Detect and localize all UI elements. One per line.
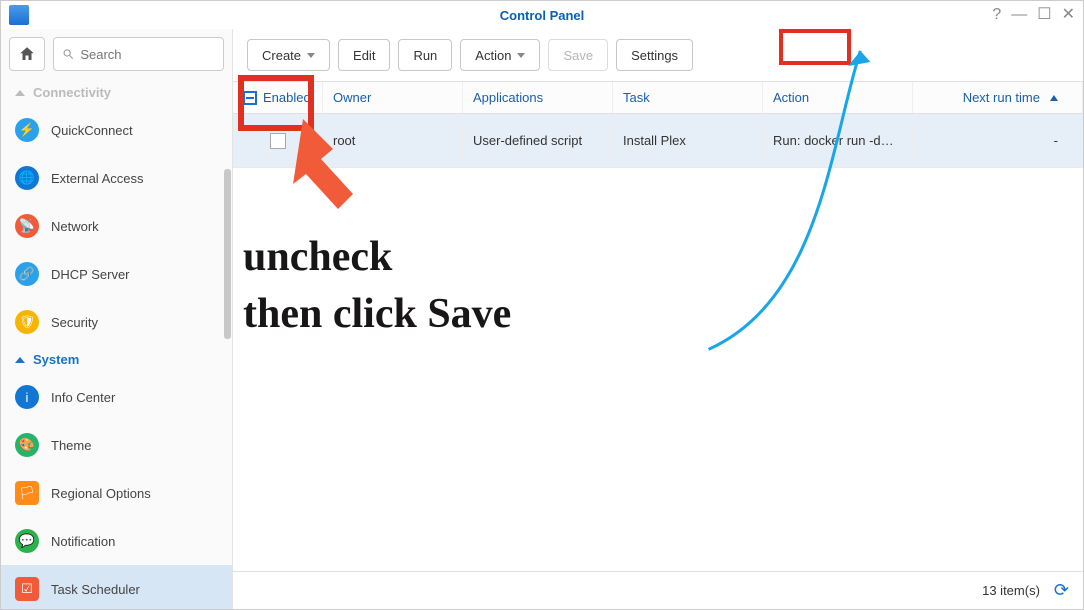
button-label: Run (413, 48, 437, 63)
sidebar-item-security[interactable]: 🛡 Security (1, 298, 232, 346)
sidebar-item-label: Theme (51, 438, 91, 453)
group-connectivity[interactable]: Connectivity (1, 79, 232, 106)
annotation-text: uncheck then click Save (243, 229, 511, 342)
cell-applications: User-defined script (463, 125, 613, 156)
th-next-run[interactable]: Next run time (913, 82, 1083, 113)
sidebar-item-quickconnect[interactable]: ⚡ QuickConnect (1, 106, 232, 154)
th-label: Applications (473, 90, 543, 105)
sidebar-item-label: Task Scheduler (51, 582, 140, 597)
group-label: Connectivity (33, 85, 111, 100)
maximize-icon[interactable]: ☐ (1037, 7, 1051, 23)
toolbar: Create Edit Run Action Save Settings (233, 29, 1083, 81)
save-button[interactable]: Save (548, 39, 608, 71)
run-button[interactable]: Run (398, 39, 452, 71)
action-button[interactable]: Action (460, 39, 540, 71)
home-button[interactable] (9, 37, 45, 71)
header-checkbox-icon[interactable] (243, 91, 257, 105)
palette-icon: 🎨 (15, 433, 39, 457)
cell-task: Install Plex (613, 125, 763, 156)
th-task[interactable]: Task (613, 82, 763, 113)
enabled-checkbox[interactable] (270, 133, 286, 149)
cell-owner: root (323, 125, 463, 156)
th-enabled[interactable]: Enabled (233, 82, 323, 113)
button-label: Create (262, 48, 301, 63)
caret-down-icon (517, 53, 525, 58)
sidebar-item-label: QuickConnect (51, 123, 133, 138)
button-label: Action (475, 48, 511, 63)
table-header: Enabled Owner Applications Task Action N… (233, 81, 1083, 114)
search-input[interactable] (80, 47, 215, 62)
titlebar: Control Panel ? — ☐ ✕ (1, 1, 1083, 29)
cell-action: Run: docker run -d… (763, 125, 913, 156)
app-icon (9, 5, 29, 25)
th-applications[interactable]: Applications (463, 82, 613, 113)
sidebar-item-external-access[interactable]: 🌐 External Access (1, 154, 232, 202)
item-count: 13 item(s) (982, 583, 1040, 598)
sidebar-item-theme[interactable]: 🎨 Theme (1, 421, 232, 469)
shield-icon: 🛡 (15, 310, 39, 334)
th-label: Task (623, 90, 650, 105)
sidebar-item-network[interactable]: 📡 Network (1, 202, 232, 250)
task-table: Enabled Owner Applications Task Action N… (233, 81, 1083, 571)
sort-asc-icon (1050, 95, 1058, 101)
flag-icon: 🏳 (15, 481, 39, 505)
edit-button[interactable]: Edit (338, 39, 390, 71)
globe-icon: 🌐 (15, 166, 39, 190)
sidebar-item-label: DHCP Server (51, 267, 130, 282)
share-icon: 🔗 (15, 262, 39, 286)
annotation-line2: then click Save (243, 286, 511, 343)
button-label: Settings (631, 48, 678, 63)
home-icon (18, 45, 36, 63)
sidebar-item-label: Network (51, 219, 99, 234)
chevron-up-icon (15, 357, 25, 363)
bolt-icon: ⚡ (15, 118, 39, 142)
sidebar-item-info-center[interactable]: i Info Center (1, 373, 232, 421)
calendar-check-icon: ☑ (15, 577, 39, 601)
search-icon (62, 47, 74, 61)
th-label: Owner (333, 90, 371, 105)
network-icon: 📡 (15, 214, 39, 238)
sidebar-item-label: Notification (51, 534, 115, 549)
sidebar-item-regional[interactable]: 🏳 Regional Options (1, 469, 232, 517)
sidebar-item-dhcp[interactable]: 🔗 DHCP Server (1, 250, 232, 298)
button-label: Edit (353, 48, 375, 63)
table-row[interactable]: root User-defined script Install Plex Ru… (233, 114, 1083, 168)
th-action[interactable]: Action (763, 82, 913, 113)
close-icon[interactable]: ✕ (1062, 7, 1075, 23)
sidebar-item-notification[interactable]: 💬 Notification (1, 517, 232, 565)
sidebar-item-label: Regional Options (51, 486, 151, 501)
refresh-button[interactable]: ⟳ (1054, 580, 1069, 601)
main-panel: Create Edit Run Action Save Settings (233, 29, 1083, 609)
annotation-line1: uncheck (243, 229, 511, 286)
help-icon[interactable]: ? (992, 7, 1001, 23)
sidebar-item-label: Info Center (51, 390, 115, 405)
minimize-icon[interactable]: — (1011, 7, 1027, 23)
th-label: Action (773, 90, 809, 105)
window-title: Control Panel (500, 8, 585, 23)
info-icon: i (15, 385, 39, 409)
chat-icon: 💬 (15, 529, 39, 553)
group-system[interactable]: System (1, 346, 232, 373)
table-footer: 13 item(s) ⟳ (233, 571, 1083, 609)
settings-button[interactable]: Settings (616, 39, 693, 71)
group-label: System (33, 352, 79, 367)
th-label: Next run time (963, 90, 1040, 105)
button-label: Save (563, 48, 593, 63)
chevron-up-icon (15, 90, 25, 96)
sidebar-item-task-scheduler[interactable]: ☑ Task Scheduler (1, 565, 232, 609)
create-button[interactable]: Create (247, 39, 330, 71)
th-label: Enabled (263, 90, 311, 105)
sidebar-item-label: Security (51, 315, 98, 330)
search-box[interactable] (53, 37, 224, 71)
cell-next-run: - (913, 125, 1083, 156)
caret-down-icon (307, 53, 315, 58)
sidebar: Connectivity ⚡ QuickConnect 🌐 External A… (1, 29, 233, 609)
th-owner[interactable]: Owner (323, 82, 463, 113)
sidebar-item-label: External Access (51, 171, 144, 186)
scrollbar-thumb[interactable] (224, 169, 231, 339)
